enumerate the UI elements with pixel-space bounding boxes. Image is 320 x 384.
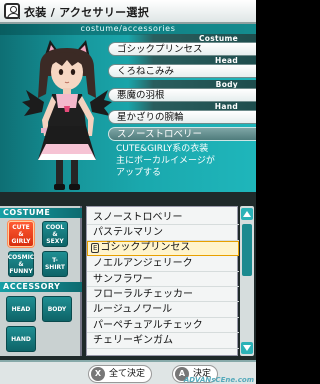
list-item[interactable]: ルージュノワール — [87, 302, 239, 318]
list-item[interactable]: スノーストロベリー — [87, 210, 239, 226]
item-description: CUTE&GIRLY系の衣装 主にボーカルイメージが アップする — [116, 143, 256, 179]
tile-label: COSMIC & — [7, 253, 35, 268]
tile-label: T-SHIRT — [44, 257, 66, 271]
category-panel: COSTUME CUTE & GIRLY COOL & SEXY COSMIC & F… — [0, 206, 82, 356]
hand-value: 星かざりの腕輪 — [108, 110, 256, 124]
list-item[interactable]: チェリーギンガム — [87, 333, 239, 349]
body-value: 悪魔の羽根 — [108, 88, 256, 102]
scroll-up-icon[interactable] — [241, 208, 253, 220]
scroll-thumb[interactable] — [242, 224, 252, 276]
accessory-section-label: ACCESSORY — [0, 282, 82, 292]
top-screen: 衣装 / アクセサリー選択 costume/accessories Costum… — [0, 0, 256, 192]
tab-cute-girly[interactable]: CUTE & GIRLY — [8, 221, 34, 247]
costume-section-label: COSTUME — [0, 208, 82, 218]
tab-cosmic-funny[interactable]: COSMIC & FUNNY — [8, 251, 34, 277]
title-bar: 衣装 / アクセサリー選択 — [0, 0, 256, 24]
bottom-screen: COSTUME CUTE & GIRLY COOL & SEXY COSMIC & F… — [0, 192, 256, 384]
tile-label: CUTE & — [12, 223, 30, 238]
description-line: 主にボーカルイメージが — [116, 156, 215, 166]
equipped-icon: E — [91, 242, 100, 253]
head-value: くろねこみみ — [108, 64, 256, 78]
watermark: ADVANsCEne.com — [183, 376, 254, 384]
x-button-icon: X — [91, 367, 105, 381]
tab-cool-sexy[interactable]: COOL & SEXY — [42, 221, 68, 247]
tile-label: SEXY — [46, 237, 64, 245]
tile-label: GIRLY — [11, 237, 31, 245]
tile-label: COOL & — [45, 223, 65, 238]
list-item-selected[interactable]: E ゴシックプリンセス — [87, 240, 239, 257]
tile-label: FUNNY — [9, 267, 33, 275]
description-line: CUTE&GIRLY系の衣装 — [116, 144, 209, 154]
list-item[interactable]: パーペチュアルチェック — [87, 318, 239, 334]
person-icon — [4, 3, 20, 19]
screen-title: 衣装 / アクセサリー選択 — [24, 6, 150, 19]
list-item[interactable]: サンフラワー — [87, 272, 239, 287]
description-line: アップする — [116, 168, 162, 178]
list-item-label: ゴシックプリンセス — [100, 241, 191, 253]
tab-body[interactable]: BODY — [42, 296, 72, 322]
list-item[interactable]: フローラルチェッカー — [87, 287, 239, 303]
tab-hand[interactable]: HAND — [6, 326, 36, 352]
costume-list: スノーストロベリー パステルマリン E ゴシックプリンセス ノエルアンジェリーク … — [86, 206, 239, 356]
character-preview — [22, 40, 112, 190]
footer-bar: X 全て決定 A 決定 ADVANsCEne.com — [0, 360, 256, 384]
costume-value: ゴシックプリンセス — [108, 42, 256, 56]
tile-label: BODY — [47, 305, 67, 313]
scrollbar[interactable] — [240, 206, 254, 356]
list-item[interactable]: パステルマリン — [87, 225, 239, 241]
confirm-all-label: 全て決定 — [109, 369, 146, 379]
tile-label: HAND — [11, 335, 31, 343]
tab-t-shirt[interactable]: T-SHIRT — [42, 251, 68, 277]
highlighted-item-name: スノーストロベリー — [108, 127, 256, 141]
scroll-down-icon[interactable] — [241, 342, 253, 354]
confirm-all-button[interactable]: X 全て決定 — [88, 365, 153, 383]
tab-head[interactable]: HEAD — [6, 296, 36, 322]
tile-label: HEAD — [11, 305, 31, 313]
list-item[interactable]: ノエルアンジェリーク — [87, 256, 239, 272]
